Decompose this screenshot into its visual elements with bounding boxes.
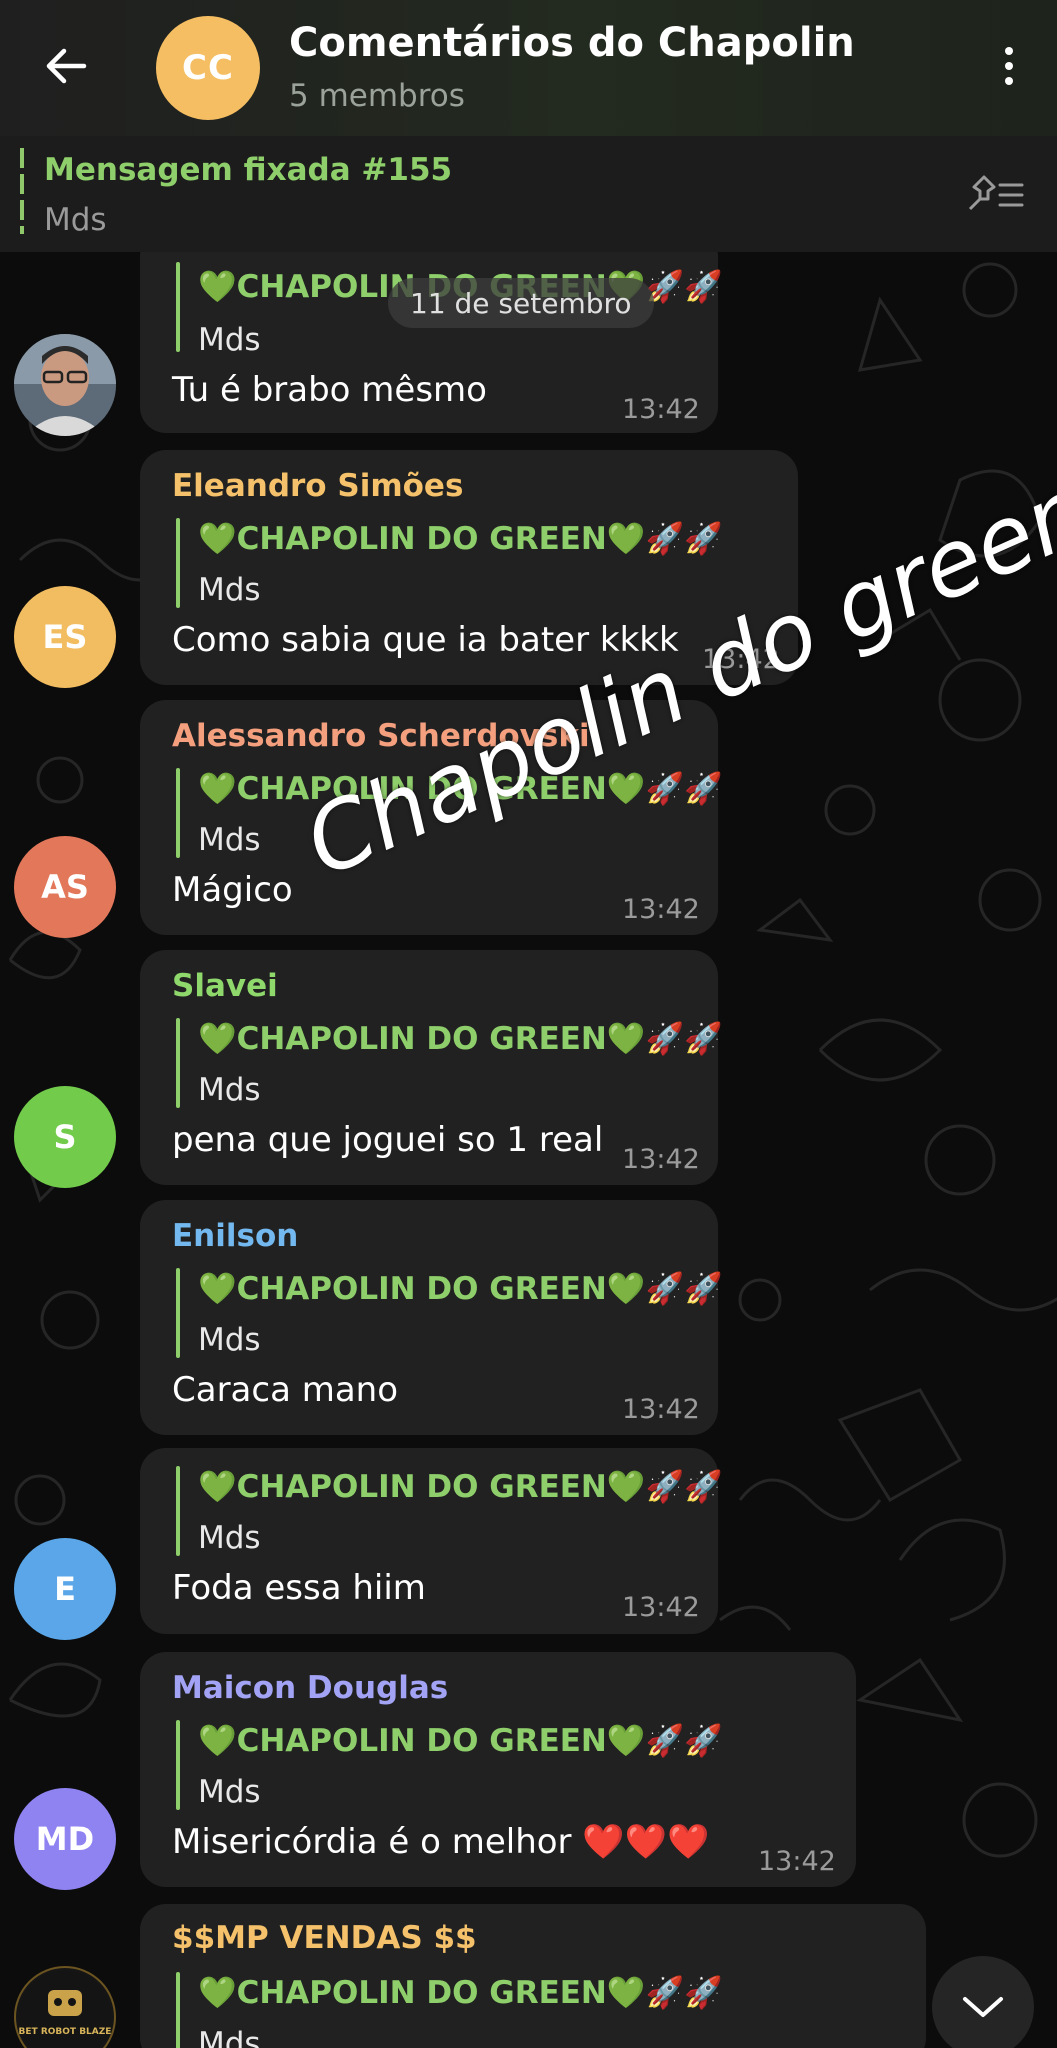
chat-title[interactable]: Comentários do Chapolin bbox=[289, 20, 855, 66]
sender-name[interactable]: Enilson bbox=[172, 1218, 298, 1254]
reply-bar bbox=[176, 262, 180, 352]
chat-header: CC Comentários do Chapolin 5 membros bbox=[0, 0, 1057, 136]
reply-bar bbox=[176, 768, 180, 858]
sender-name[interactable]: Slavei bbox=[172, 968, 278, 1004]
reply-text: Mds bbox=[198, 822, 261, 858]
reply-bar bbox=[176, 1268, 180, 1358]
user-photo-avatar[interactable] bbox=[14, 334, 116, 436]
reply-bar bbox=[176, 1720, 180, 1810]
message-text: Mágico bbox=[172, 870, 293, 910]
reply-title: 💚CHAPOLIN DO GREEN💚🚀🚀 bbox=[198, 1469, 723, 1505]
reply-text: Mds bbox=[198, 572, 261, 608]
reply-title: 💚CHAPOLIN DO GREEN💚🚀🚀 bbox=[198, 1021, 723, 1057]
message-text: pena que joguei so 1 real bbox=[172, 1120, 604, 1160]
member-count: 5 membros bbox=[289, 78, 465, 114]
robot-logo-icon: BET ROBOT BLAZE bbox=[19, 1971, 112, 2048]
reply-title: 💚CHAPOLIN DO GREEN💚🚀🚀 bbox=[198, 1723, 723, 1759]
reply-bar bbox=[176, 1018, 180, 1108]
reply-bar bbox=[176, 1466, 180, 1556]
user-avatar[interactable]: E bbox=[14, 1538, 116, 1640]
reply-text: Mds bbox=[198, 1322, 261, 1358]
more-options-button[interactable] bbox=[981, 38, 1037, 94]
back-button[interactable] bbox=[38, 38, 94, 94]
message-time: 13:42 bbox=[622, 894, 700, 925]
message-time: 13:42 bbox=[622, 394, 700, 425]
group-avatar[interactable]: CC bbox=[156, 16, 260, 120]
reply-bar bbox=[176, 1972, 180, 2048]
message-time: 13:42 bbox=[622, 1592, 700, 1623]
reply-text: Mds bbox=[198, 1520, 261, 1556]
message-text: Tu é brabo mêsmo bbox=[172, 370, 487, 410]
pin-list-icon bbox=[968, 175, 1024, 211]
reply-bar bbox=[176, 518, 180, 608]
reply-title: 💚CHAPOLIN DO GREEN💚🚀🚀 bbox=[198, 1271, 723, 1307]
message-text: Como sabia que ia bater kkkk bbox=[172, 620, 679, 660]
scroll-down-button[interactable] bbox=[932, 1956, 1034, 2048]
sender-name[interactable]: Maicon Douglas bbox=[172, 1670, 448, 1706]
chevron-down-icon bbox=[963, 1997, 1003, 2017]
message-time: 13:42 bbox=[622, 1394, 700, 1425]
reply-text: Mds bbox=[198, 322, 261, 358]
reply-text: Mds bbox=[198, 1072, 261, 1108]
svg-text:BET ROBOT BLAZE: BET ROBOT BLAZE bbox=[19, 2027, 112, 2037]
pinned-title: Mensagem fixada #155 bbox=[44, 152, 453, 188]
message-time: 13:42 bbox=[758, 1846, 836, 1877]
pinned-list-button[interactable] bbox=[962, 170, 1028, 220]
person-photo-icon bbox=[14, 334, 116, 436]
pinned-indicator bbox=[20, 148, 24, 234]
user-avatar[interactable]: S bbox=[14, 1086, 116, 1188]
message-time: 13:42 bbox=[622, 1144, 700, 1175]
arrow-left-icon bbox=[46, 48, 87, 84]
date-chip: 11 de setembro bbox=[388, 278, 654, 328]
user-avatar[interactable]: AS bbox=[14, 836, 116, 938]
user-avatar[interactable]: MD bbox=[14, 1788, 116, 1890]
pinned-text: Mds bbox=[44, 202, 107, 238]
message-text: Foda essa hiim bbox=[172, 1568, 426, 1608]
user-avatar[interactable]: ES bbox=[14, 586, 116, 688]
message-text: Caraca mano bbox=[172, 1370, 399, 1410]
reply-text: Mds bbox=[198, 1774, 261, 1810]
reply-title: 💚CHAPOLIN DO GREEN💚🚀🚀 bbox=[198, 521, 723, 557]
message-text: Misericórdia é o melhor ❤️❤️❤️ bbox=[172, 1822, 710, 1862]
sender-name[interactable]: Eleandro Simões bbox=[172, 468, 463, 504]
reply-text: Mds bbox=[198, 2026, 261, 2048]
reply-title: 💚CHAPOLIN DO GREEN💚🚀🚀 bbox=[198, 1975, 723, 2011]
sender-name[interactable]: $$MP VENDAS $$ bbox=[172, 1920, 477, 1956]
more-vertical-icon bbox=[1005, 47, 1013, 55]
